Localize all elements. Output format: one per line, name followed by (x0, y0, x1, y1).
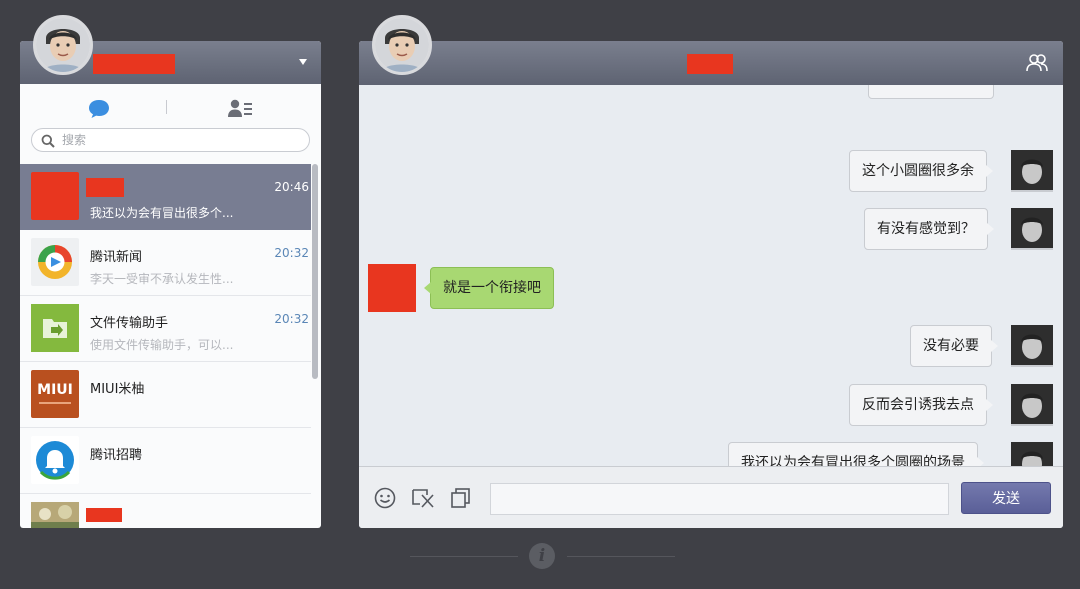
tab-divider (166, 100, 167, 114)
divider-line (567, 556, 675, 557)
chat-window: 这个小圆圈很多余 有没有感觉到？ 就是一个衔接吧 没有必要 反而会引诱我去点 我… (359, 41, 1063, 528)
conversation-list: 20:46 我还以为会有冒出很多个... 腾讯新闻 20:32 李天一受审不承认… (20, 164, 321, 528)
conversation-time: 20:32 (274, 246, 309, 260)
smiley-icon[interactable] (374, 487, 396, 509)
group-icon[interactable] (1025, 53, 1049, 73)
send-button[interactable]: 发送 (961, 482, 1051, 514)
my-message-avatar (1011, 150, 1053, 192)
info-icon[interactable]: i (529, 543, 555, 569)
conversation-item[interactable]: 腾讯新闻 20:32 李天一受审不承认发生性... (20, 230, 311, 296)
search-icon (41, 134, 55, 148)
conversation-item[interactable] (20, 494, 311, 528)
my-message-avatar (1011, 442, 1053, 466)
conversation-preview: 李天一受审不承认发生性... (90, 272, 234, 286)
conversation-time: 20:32 (274, 312, 309, 326)
dropdown-arrow-icon[interactable] (299, 59, 307, 65)
message-bubble-outgoing: 我还以为会有冒出很多个圆圈的场景 (728, 442, 984, 466)
my-message-avatar (1011, 325, 1053, 367)
redacted-chat-title (687, 54, 733, 74)
redacted-avatar (31, 172, 79, 220)
conversation-item[interactable]: 腾讯招聘 (20, 428, 311, 494)
miui-logo-icon: MIUI (31, 370, 79, 418)
photo-avatar (31, 502, 79, 528)
chat-header (359, 41, 1063, 85)
conversation-panel: 20:46 我还以为会有冒出很多个... 腾讯新闻 20:32 李天一受审不承认… (20, 41, 321, 528)
conversation-preview: 我还以为会有冒出很多个... (90, 206, 234, 220)
screenshot-icon[interactable] (411, 487, 435, 509)
divider-line (410, 556, 518, 557)
conversation-item[interactable]: 20:46 我还以为会有冒出很多个... (20, 164, 311, 230)
search-box[interactable] (31, 128, 310, 152)
input-toolbar: 发送 (359, 466, 1063, 528)
message-bubble-outgoing: 有没有感觉到？ (864, 208, 994, 250)
conversation-name: 腾讯招聘 (90, 448, 143, 463)
message-list: 这个小圆圈很多余 有没有感觉到？ 就是一个衔接吧 没有必要 反而会引诱我去点 我… (359, 85, 1063, 466)
miui-logo-text: MIUI (37, 382, 73, 398)
conversation-item[interactable]: MIUI MIUI米柚 (20, 362, 311, 428)
chat-contact-avatar[interactable] (372, 15, 432, 75)
message-bubble-incoming: 就是一个衔接吧 (424, 267, 554, 309)
tab-chats[interactable] (87, 98, 111, 124)
message-bubble-cut (868, 85, 994, 99)
message-bubble-outgoing: 没有必要 (910, 325, 998, 367)
message-bubble-outgoing: 这个小圆圈很多余 (849, 150, 993, 192)
conversation-name: 腾讯新闻 (90, 250, 143, 265)
my-avatar[interactable] (33, 15, 93, 75)
redacted-contact-name (86, 508, 122, 522)
panel-tabs (20, 84, 321, 126)
tencent-news-logo-icon (31, 238, 79, 286)
my-message-avatar (1011, 208, 1053, 250)
scrollbar[interactable] (312, 164, 318, 379)
message-bubble-outgoing: 反而会引诱我去点 (849, 384, 993, 426)
message-input[interactable] (490, 483, 949, 515)
contacts-icon (228, 99, 252, 117)
conversation-name: MIUI米柚 (90, 382, 145, 397)
conversation-item[interactable]: 文件传输助手 20:32 使用文件传输助手，可以... (20, 296, 311, 362)
tab-contacts[interactable] (227, 98, 253, 122)
my-message-avatar (1011, 384, 1053, 426)
redacted-contact-avatar (368, 264, 416, 312)
conversation-name: 文件传输助手 (90, 316, 169, 331)
conversation-time: 20:46 (274, 180, 309, 194)
file-transfer-icon (31, 304, 79, 352)
search-input[interactable] (62, 131, 302, 149)
window-icon[interactable] (450, 487, 472, 509)
conversation-preview: 使用文件传输助手，可以... (90, 338, 234, 352)
chat-bubble-icon (89, 100, 109, 118)
redacted-username (93, 54, 175, 74)
tencent-recruit-logo-icon (31, 436, 79, 484)
redacted-contact-name (86, 178, 124, 197)
